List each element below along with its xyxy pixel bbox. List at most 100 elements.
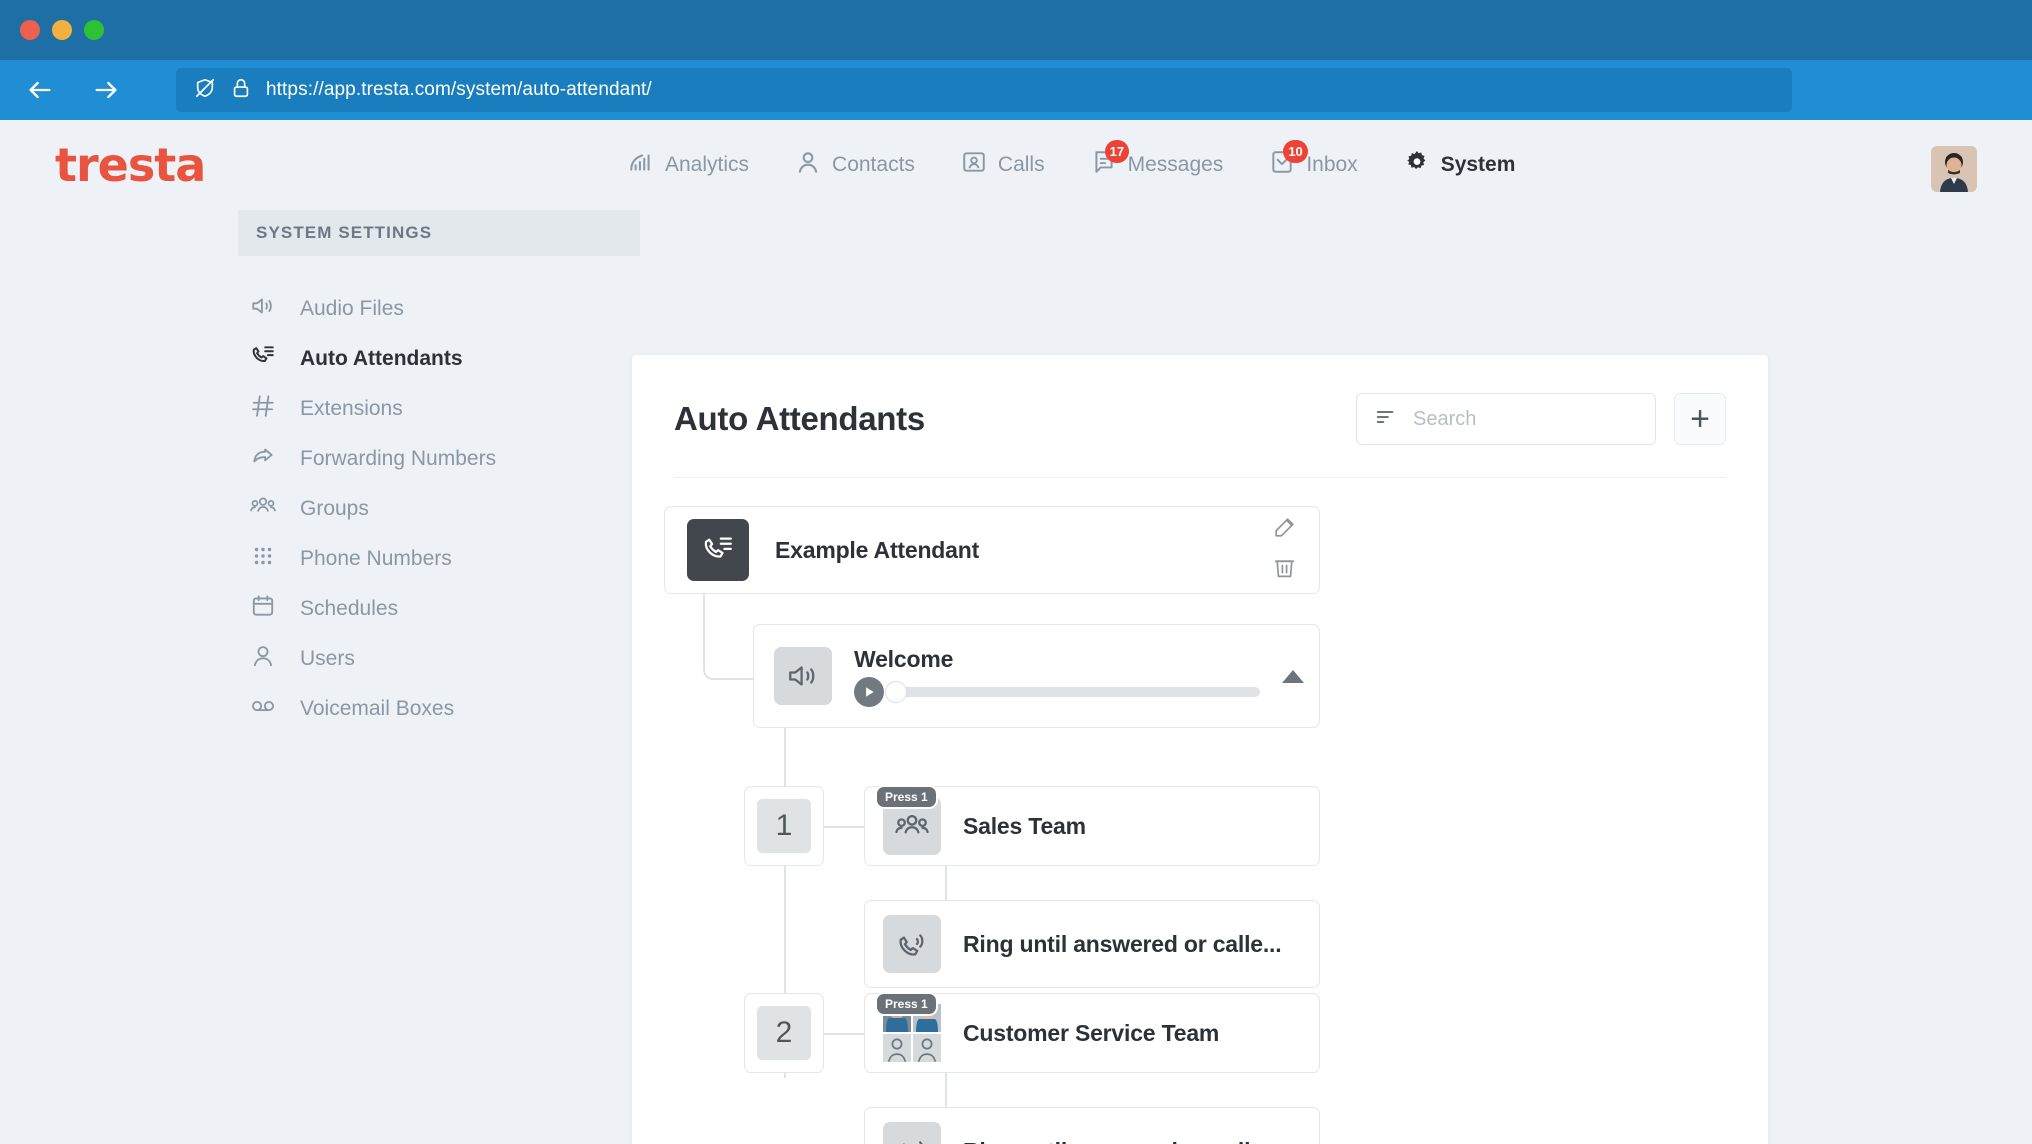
speaker-icon	[250, 293, 276, 325]
branch-2-destination-card[interactable]: Press 1 Customer Service Team	[864, 992, 1320, 1073]
greeting-name: Welcome	[854, 645, 954, 672]
window-zoom-button[interactable]	[84, 20, 104, 40]
group-icon: Press 1	[875, 785, 941, 855]
edit-icon[interactable]	[1272, 515, 1297, 545]
connector-digit1-to-sales	[824, 826, 864, 828]
sidebar-item-label: Audio Files	[300, 297, 404, 320]
sidebar-item-extensions[interactable]: Extensions	[250, 384, 640, 434]
window-close-button[interactable]	[20, 20, 40, 40]
nav-item-system[interactable]: System	[1404, 149, 1516, 181]
window-minimize-button[interactable]	[52, 20, 72, 40]
calls-icon	[961, 149, 987, 181]
member-grid: Press 1	[875, 992, 941, 1062]
tresta-logo[interactable]: tresta	[55, 138, 206, 192]
filter-icon	[1375, 406, 1397, 433]
sidebar-item-forwarding-numbers[interactable]: Forwarding Numbers	[250, 434, 640, 484]
add-auto-attendant-button[interactable]: +	[1674, 393, 1726, 445]
ring-phone-icon	[883, 1122, 941, 1144]
speaker-icon	[774, 647, 832, 705]
greeting-card[interactable]: Welcome	[753, 624, 1320, 728]
branch-1-ring-card[interactable]: Ring until answered or calle...	[864, 900, 1320, 988]
inbox-badge: 10	[1283, 140, 1308, 163]
audio-player: Welcome	[854, 646, 1260, 707]
sidebar-item-label: Forwarding Numbers	[300, 447, 497, 470]
attendant-tree: Example Attendant Welcome 1 Press 1 Sale…	[632, 478, 1768, 1144]
nav-item-contacts[interactable]: Contacts	[795, 149, 915, 181]
search-input[interactable]	[1413, 407, 1637, 431]
connector-root-to-greeting	[703, 590, 753, 680]
branch-1-destination-card[interactable]: Press 1 Sales Team	[864, 785, 1320, 866]
attendant-root-card[interactable]: Example Attendant	[664, 506, 1320, 594]
sidebar-item-label: Extensions	[300, 397, 403, 420]
sidebar-item-phone-numbers[interactable]: Phone Numbers	[250, 534, 640, 584]
sidebar-item-label: Users	[300, 647, 355, 670]
keypad-icon	[250, 543, 276, 575]
search-box[interactable]	[1356, 393, 1656, 445]
volume-triangle-icon[interactable]	[1282, 669, 1304, 683]
sidebar-item-label: Schedules	[300, 597, 399, 620]
sidebar-item-label: Phone Numbers	[300, 547, 452, 570]
nav-label: Inbox	[1306, 153, 1358, 176]
messages-badge: 17	[1104, 140, 1130, 163]
back-button[interactable]	[20, 70, 60, 110]
delete-icon[interactable]	[1272, 555, 1297, 585]
branch-digit-2[interactable]: 2	[744, 993, 824, 1073]
browser-titlebar	[0, 0, 2032, 60]
connector-sales-to-ring1	[945, 866, 947, 900]
main-navigation: Analytics Contacts Calls 17 Messages 10 …	[628, 120, 1515, 210]
connector-digit2-to-cst	[824, 1033, 864, 1035]
ring-label: Ring until answered or calle...	[963, 1138, 1282, 1144]
destination-name: Sales Team	[963, 812, 1086, 839]
sidebar-item-schedules[interactable]: Schedules	[250, 584, 640, 634]
app-root: tresta Analytics Contacts Calls 17 Messa…	[0, 120, 2032, 1144]
forward-button[interactable]	[86, 70, 126, 110]
member-placeholder	[883, 1034, 911, 1062]
browser-toolbar: https://app.tresta.com/system/auto-atten…	[0, 60, 2032, 120]
play-icon[interactable]	[854, 676, 884, 707]
forward-arrow-icon	[250, 443, 276, 475]
url-text: https://app.tresta.com/system/auto-atten…	[266, 79, 652, 100]
connector-greeting-to-digit1	[784, 728, 786, 788]
panel-actions: +	[1356, 393, 1726, 445]
phone-list-icon	[250, 343, 276, 375]
sidebar-item-groups[interactable]: Groups	[250, 484, 640, 534]
address-bar[interactable]: https://app.tresta.com/system/auto-atten…	[176, 68, 1792, 112]
sidebar-item-auto-attendants[interactable]: Auto Attendants	[250, 334, 640, 384]
nav-item-messages[interactable]: 17 Messages	[1091, 140, 1223, 181]
sidebar-item-audio-files[interactable]: Audio Files	[250, 284, 640, 334]
nav-label: System	[1440, 153, 1516, 176]
sidebar-item-label: Groups	[300, 497, 369, 520]
user-icon	[250, 643, 276, 675]
press-badge: Press 1	[875, 992, 938, 1016]
shield-slash-icon	[194, 77, 216, 104]
hash-icon	[250, 393, 276, 425]
nav-item-inbox[interactable]: 10 Inbox	[1269, 140, 1358, 181]
ring-label: Ring until answered or calle...	[963, 930, 1282, 957]
ring-phone-icon	[883, 915, 941, 973]
app-header: tresta Analytics Contacts Calls 17 Messa…	[0, 120, 2032, 210]
sidebar-item-label: Auto Attendants	[300, 347, 463, 370]
avatar[interactable]	[1931, 146, 1977, 192]
digit-value: 2	[757, 1006, 811, 1060]
plus-icon: +	[1690, 400, 1710, 438]
progress-slider[interactable]	[885, 680, 1260, 703]
branch-digit-1[interactable]: 1	[744, 786, 824, 866]
calendar-icon	[250, 593, 276, 625]
page-title: Auto Attendants	[674, 400, 925, 437]
member-placeholder	[913, 1034, 941, 1062]
sidebar-header: SYSTEM SETTINGS	[238, 210, 640, 256]
voicemail-icon	[250, 693, 276, 725]
nav-item-analytics[interactable]: Analytics	[628, 149, 749, 181]
branch-2-ring-card[interactable]: Ring until answered or calle...	[864, 1107, 1320, 1144]
gear-icon	[1404, 149, 1430, 181]
group-icon	[250, 493, 276, 525]
sidebar-item-voicemail-boxes[interactable]: Voicemail Boxes	[250, 684, 640, 734]
sidebar: SYSTEM SETTINGS Audio Files Auto Attenda…	[0, 210, 640, 734]
lock-icon	[230, 77, 252, 104]
slider-knob[interactable]	[885, 680, 907, 703]
contacts-icon	[795, 149, 821, 181]
nav-item-calls[interactable]: Calls	[961, 149, 1045, 181]
sidebar-item-users[interactable]: Users	[250, 634, 640, 684]
phone-list-icon	[687, 519, 749, 581]
sidebar-list: Audio Files Auto Attendants Extensions F…	[0, 284, 640, 734]
